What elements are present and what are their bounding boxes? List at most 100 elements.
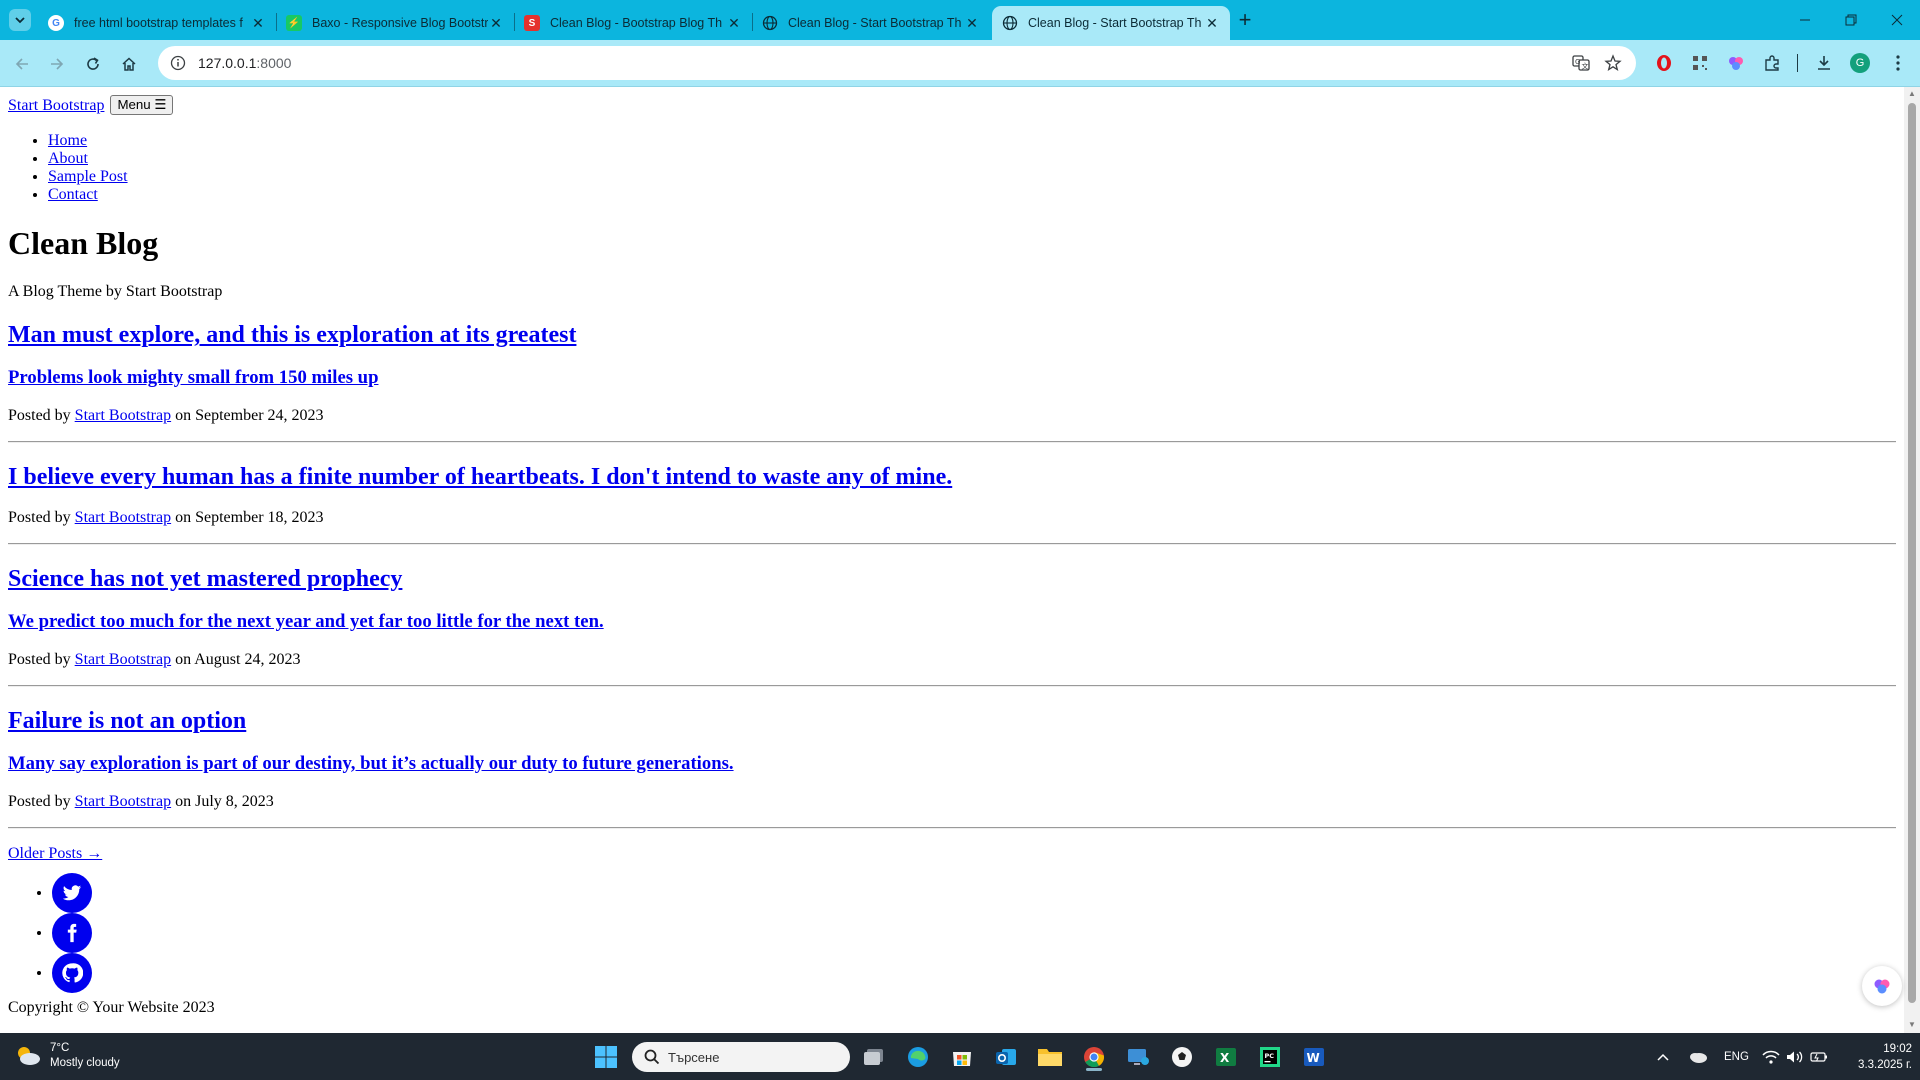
- edge-app-icon[interactable]: [902, 1041, 934, 1073]
- posted-by-text: Posted by: [8, 651, 71, 668]
- hamburger-icon: ☰: [154, 97, 167, 112]
- close-window-button[interactable]: [1874, 0, 1920, 40]
- microsoft-store-icon[interactable]: [946, 1041, 978, 1073]
- nav-link-about[interactable]: About: [48, 150, 88, 167]
- nav-link-contact[interactable]: Contact: [48, 186, 98, 203]
- pager: Older Posts →: [8, 845, 1896, 863]
- wifi-icon[interactable]: [1762, 1033, 1780, 1080]
- post-meta: Posted by Start Bootstrap on August 24, …: [8, 651, 1896, 669]
- word-app-icon[interactable]: W: [1298, 1041, 1330, 1073]
- browser-tab-strip: G free html bootstrap templates f ✕ ⚡ Ba…: [0, 0, 1920, 40]
- kebab-menu-icon: [1896, 55, 1900, 71]
- nav-link-sample-post[interactable]: Sample Post: [48, 168, 128, 185]
- browser-toolbar: 127.0.0.1:8000 G文 G: [0, 40, 1920, 86]
- browser-tab[interactable]: S Clean Blog - Bootstrap Blog Th ✕: [514, 6, 752, 40]
- ai-assistant-bubble[interactable]: [1862, 966, 1902, 1006]
- svg-text:G: G: [1575, 58, 1580, 66]
- social-item: [52, 873, 1896, 913]
- browser-menu-button[interactable]: [1886, 51, 1910, 75]
- start-button[interactable]: [590, 1041, 622, 1073]
- older-posts-link[interactable]: Older Posts →: [8, 845, 102, 862]
- forward-button[interactable]: [43, 50, 71, 78]
- task-view-button[interactable]: [858, 1041, 890, 1073]
- browser-tab-active[interactable]: Clean Blog - Start Bootstrap Th ✕: [992, 6, 1230, 40]
- show-hidden-icons-button[interactable]: [1656, 1033, 1670, 1080]
- new-tab-button[interactable]: +: [1232, 8, 1258, 34]
- minimize-button[interactable]: [1782, 0, 1828, 40]
- home-button[interactable]: [115, 50, 143, 78]
- post-meta: Posted by Start Bootstrap on September 2…: [8, 407, 1896, 425]
- back-button[interactable]: [8, 50, 36, 78]
- system-clock[interactable]: 19:02 3.3.2025 г.: [1856, 1041, 1912, 1073]
- author-link[interactable]: Start Bootstrap: [75, 509, 171, 526]
- close-icon[interactable]: ✕: [726, 15, 742, 32]
- brand-link[interactable]: Start Bootstrap: [8, 97, 104, 114]
- ai-brain-extension-icon[interactable]: [1724, 51, 1748, 75]
- outlook-app-icon[interactable]: [990, 1041, 1022, 1073]
- github-link[interactable]: [52, 953, 92, 993]
- close-icon[interactable]: ✕: [488, 15, 504, 32]
- facebook-icon: [67, 923, 77, 943]
- input-language-indicator[interactable]: ENG: [1724, 1033, 1749, 1080]
- social-item: [52, 913, 1896, 953]
- remote-desktop-icon[interactable]: [1122, 1041, 1154, 1073]
- file-explorer-icon[interactable]: [1034, 1041, 1066, 1073]
- browser-tab[interactable]: ⚡ Baxo - Responsive Blog Bootstr ✕: [276, 6, 514, 40]
- qr-code-extension-icon[interactable]: [1688, 51, 1712, 75]
- menu-toggle-button[interactable]: Menu ☰: [110, 95, 174, 115]
- google-icon: G: [48, 15, 64, 31]
- weather-temperature: 7°C: [50, 1042, 70, 1054]
- web-page: Start Bootstrap Menu ☰ Home About Sample…: [0, 87, 1904, 1033]
- divider: [8, 543, 1896, 545]
- site-info-icon[interactable]: [168, 53, 188, 73]
- browser-tab[interactable]: Clean Blog - Start Bootstrap Th ✕: [752, 6, 990, 40]
- scroll-thumb[interactable]: [1908, 103, 1916, 1003]
- bookmark-star-icon[interactable]: [1603, 53, 1623, 73]
- opera-extension-icon[interactable]: [1652, 51, 1676, 75]
- soccer-ball-app-icon[interactable]: [1166, 1041, 1198, 1073]
- nav-link-home[interactable]: Home: [48, 132, 87, 149]
- onedrive-icon[interactable]: [1688, 1033, 1708, 1080]
- volume-icon[interactable]: [1786, 1033, 1804, 1080]
- address-bar[interactable]: 127.0.0.1:8000 G文: [158, 46, 1636, 80]
- page-title: Clean Blog: [8, 225, 159, 261]
- post-link[interactable]: Science has not yet mastered prophecy We…: [8, 565, 1896, 633]
- post-date: on August 24, 2023: [175, 651, 301, 668]
- site-navbar: Start Bootstrap Menu ☰: [8, 95, 1896, 116]
- translate-icon[interactable]: G文: [1571, 53, 1591, 73]
- post-link[interactable]: Man must explore, and this is exploratio…: [8, 321, 1896, 389]
- scroll-up-arrow-icon[interactable]: ▲: [1908, 90, 1916, 98]
- twitter-link[interactable]: [52, 873, 92, 913]
- puzzle-extensions-icon[interactable]: [1760, 51, 1784, 75]
- restore-button[interactable]: [1828, 0, 1874, 40]
- author-link[interactable]: Start Bootstrap: [75, 407, 171, 424]
- post-link[interactable]: I believe every human has a finite numbe…: [8, 463, 1896, 491]
- post-link[interactable]: Failure is not an option Many say explor…: [8, 707, 1896, 775]
- tab-search-button[interactable]: [9, 9, 31, 31]
- battery-icon[interactable]: [1810, 1033, 1828, 1080]
- weather-widget[interactable]: 7°C Mostly cloudy: [14, 1041, 120, 1071]
- download-icon[interactable]: [1812, 51, 1836, 75]
- globe-icon: [762, 15, 778, 31]
- minimize-icon: [1800, 19, 1810, 21]
- taskbar-search[interactable]: Търсене: [632, 1042, 850, 1072]
- tab-title: free html bootstrap templates f: [74, 16, 243, 30]
- author-link[interactable]: Start Bootstrap: [75, 651, 171, 668]
- home-icon: [122, 57, 136, 71]
- close-icon[interactable]: ✕: [250, 15, 266, 32]
- chrome-app-icon[interactable]: [1078, 1041, 1110, 1073]
- excel-app-icon[interactable]: X: [1210, 1041, 1242, 1073]
- close-icon[interactable]: ✕: [1204, 15, 1220, 32]
- restore-icon: [1845, 14, 1857, 26]
- close-icon[interactable]: ✕: [964, 15, 980, 32]
- nav-list: Home About Sample Post Contact: [8, 132, 1896, 204]
- profile-avatar[interactable]: G: [1848, 51, 1872, 75]
- browser-tab[interactable]: G free html bootstrap templates f ✕: [38, 6, 276, 40]
- reload-button[interactable]: [79, 50, 107, 78]
- scroll-down-arrow-icon[interactable]: ▼: [1908, 1021, 1916, 1029]
- baxo-icon: ⚡: [286, 15, 302, 31]
- author-link[interactable]: Start Bootstrap: [75, 793, 171, 810]
- page-scrollbar[interactable]: ▲ ▼: [1904, 87, 1920, 1033]
- facebook-link[interactable]: [52, 913, 92, 953]
- pycharm-app-icon[interactable]: PC: [1254, 1041, 1286, 1073]
